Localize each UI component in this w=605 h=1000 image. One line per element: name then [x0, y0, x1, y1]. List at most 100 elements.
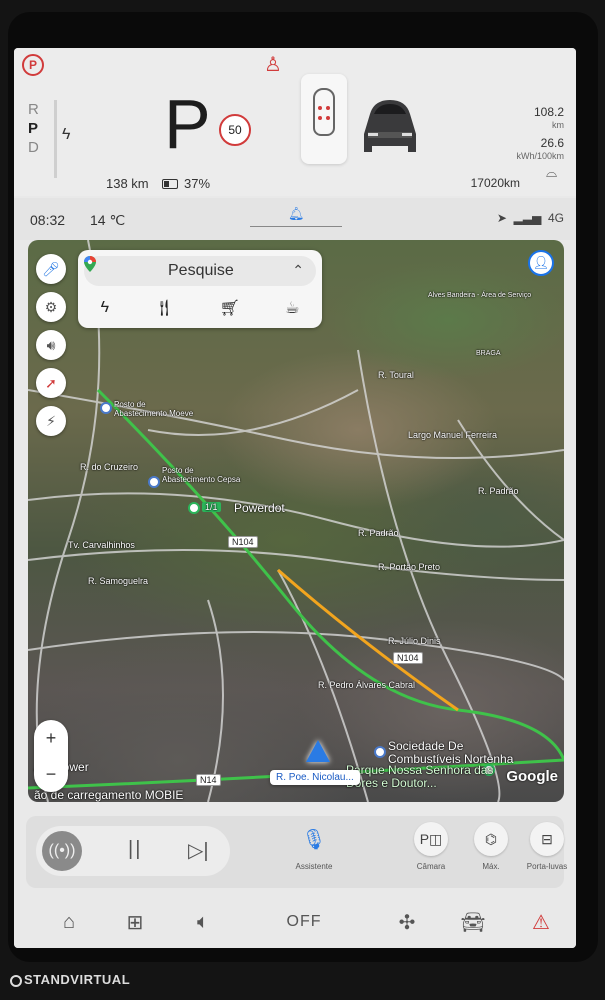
notification-bell-icon[interactable]: 🔔︎: [288, 206, 305, 222]
map-label: R. Portão Preto: [378, 562, 441, 572]
charger-icon[interactable]: [188, 502, 200, 514]
charging-station-icon[interactable]: ϟ: [101, 299, 109, 317]
gear-icon: ⚙: [44, 298, 58, 315]
climate-off-button[interactable]: OFF: [282, 908, 326, 936]
map-label: Tv. Carvalhinhos: [68, 540, 135, 550]
search-bar[interactable]: Pesquise ⌃: [84, 256, 316, 286]
media-control-bar: ((•)) || ▷| 🎙︎ Assistente P◫ Câmara ⌬ Má…: [26, 816, 567, 888]
microphone-icon: 🎙︎: [301, 828, 327, 851]
park-brake-icon: P: [22, 54, 44, 76]
map-label: Alves Bandeira - Área de Serviço: [428, 292, 532, 299]
camera-button[interactable]: P◫ Câmara: [406, 822, 456, 871]
charger-availability[interactable]: 1/1: [202, 502, 221, 512]
speaker-icon: 🔊︎: [46, 336, 56, 353]
location-arrow-icon: ➤: [496, 211, 507, 225]
coffee-icon[interactable]: ☕︎: [285, 298, 299, 318]
poi-fuel-icon[interactable]: [374, 746, 386, 758]
poi-fuel-icon[interactable]: [148, 476, 160, 488]
consumption-value: 26.6: [540, 136, 564, 150]
max-defrost-button[interactable]: ⌬ Máx.: [466, 822, 516, 871]
car-status-button[interactable]: [301, 74, 347, 164]
home-icon[interactable]: ⌂: [54, 908, 84, 936]
consumption-unit: kWh/100km: [516, 151, 564, 161]
poi-label[interactable]: Posto de Abastecimento Cepsa: [162, 466, 242, 484]
navigation-map[interactable]: R. Toural Alves Bandeira - Área de Servi…: [28, 240, 564, 802]
pause-button[interactable]: ||: [128, 838, 142, 861]
zoom-out-button[interactable]: −: [34, 756, 68, 792]
fan-icon[interactable]: ✣: [392, 908, 422, 936]
compass-icon: ➚: [45, 374, 57, 391]
speed-limit-sign: 50: [219, 114, 251, 146]
battery-percent: 37%: [184, 176, 211, 191]
seatbelt-warning-icon: ♙: [264, 54, 282, 76]
map-label: R. do Cruzeiro: [80, 462, 139, 472]
glovebox-icon: ⊟: [530, 822, 564, 856]
instrument-cluster: P ♙ R P D ϟ P 50 138 km 37% 108.2 km 26.…: [14, 48, 576, 196]
parking-camera-icon: P◫: [414, 822, 448, 856]
account-icon: 👤︎: [532, 255, 550, 270]
assistant-label: Assistente: [295, 862, 333, 871]
ev-route-button[interactable]: ⚡︎: [36, 406, 66, 436]
car-3d-icon: [364, 100, 416, 152]
notification-handle[interactable]: [250, 226, 342, 227]
search-card[interactable]: Pesquise ⌃ ϟ 🍴︎ 🛒︎ ☕︎: [78, 250, 322, 328]
zoom-control: + −: [34, 720, 68, 792]
hazard-warning-icon[interactable]: ⚠: [526, 908, 556, 936]
outside-temperature: 14 ℃: [90, 212, 126, 228]
gear-display: P: [164, 85, 211, 163]
infotainment-screen: P ♙ R P D ϟ P 50 138 km 37% 108.2 km 26.…: [14, 48, 576, 948]
apps-grid-icon[interactable]: ⊞: [120, 908, 150, 936]
trip-distance-unit: km: [552, 120, 564, 130]
current-street-label: R. Poe. Nicolau...: [270, 770, 360, 785]
poi-label[interactable]: Posto de Abastecimento Moeve: [114, 400, 194, 418]
current-position-arrow: [306, 740, 330, 762]
ev-map-icon: ⚡︎: [46, 412, 56, 429]
map-label: R. Júlio Dinis: [388, 636, 441, 646]
signal-bars-icon: ▂▃▅: [513, 211, 542, 225]
battery-icon: [162, 179, 178, 189]
media-player: ((•)) || ▷|: [36, 826, 230, 876]
map-settings-button[interactable]: ⚙: [36, 292, 66, 322]
poi-label[interactable]: Parque Nossa Senhora das Dores e Doutor.…: [346, 764, 496, 790]
compass-button[interactable]: ➚: [36, 368, 66, 398]
car-settings-icon[interactable]: 🚘︎: [456, 908, 490, 936]
glovebox-button[interactable]: ⊟ Porta-luvas: [522, 822, 572, 871]
shopping-cart-icon[interactable]: 🛒︎: [220, 298, 240, 318]
gear-r: R: [28, 101, 39, 118]
map-label: R. Padrão: [358, 528, 399, 538]
zoom-in-button[interactable]: +: [34, 720, 68, 756]
car-top-view-icon: [313, 88, 335, 136]
gear-selector: R P D: [28, 100, 39, 157]
assistant-button[interactable]: 🎙︎ Assistente: [294, 822, 334, 872]
category-shortcuts: ϟ 🍴︎ 🛒︎ ☕︎: [78, 294, 322, 322]
restaurant-icon[interactable]: 🍴︎: [154, 298, 174, 318]
volume-icon[interactable]: 🔈︎: [186, 908, 220, 936]
gear-p: P: [28, 120, 39, 137]
radio-source-button[interactable]: ((•)): [42, 831, 82, 871]
map-audio-button[interactable]: 🔊︎: [36, 330, 66, 360]
odometer: 17020km: [470, 176, 520, 190]
map-label: R. Pedro Álvares Cabral: [318, 680, 416, 690]
next-track-button[interactable]: ▷|: [188, 838, 209, 863]
trip-distance: 108.2: [533, 105, 564, 119]
max-label: Máx.: [482, 862, 500, 871]
account-button[interactable]: 👤︎: [528, 250, 554, 276]
map-label: R. Toural: [378, 370, 414, 380]
trip-stats: 108.2 km 26.6 kWh/100km: [516, 106, 564, 163]
road-shield: N14: [196, 774, 221, 786]
wiper-icon: ⌓: [546, 164, 558, 180]
search-input[interactable]: Pesquise: [168, 262, 234, 280]
map-label: Largo Manuel Ferreira: [408, 430, 498, 440]
poi-fuel-icon[interactable]: [100, 402, 112, 414]
status-bar: 08:32 14 ℃ 🔔︎ ➤ ▂▃▅ 4G: [14, 198, 576, 240]
charging-bolt-icon: ϟ: [62, 126, 71, 143]
poi-label[interactable]: Powerdot: [234, 501, 285, 515]
bottom-navigation: ⌂ ⊞ 🔈︎ OFF ✣ 🚘︎ ⚠: [14, 898, 576, 948]
chevron-up-icon[interactable]: ⌃: [292, 262, 304, 279]
camera-label: Câmara: [416, 862, 446, 871]
standvirtual-watermark: STANDVIRTUAL: [10, 972, 130, 987]
voice-search-button[interactable]: 🎤︎: [36, 254, 66, 284]
gear-d: D: [28, 139, 39, 156]
road-shield: N104: [393, 652, 423, 664]
map-label: BRAGA: [476, 350, 501, 357]
